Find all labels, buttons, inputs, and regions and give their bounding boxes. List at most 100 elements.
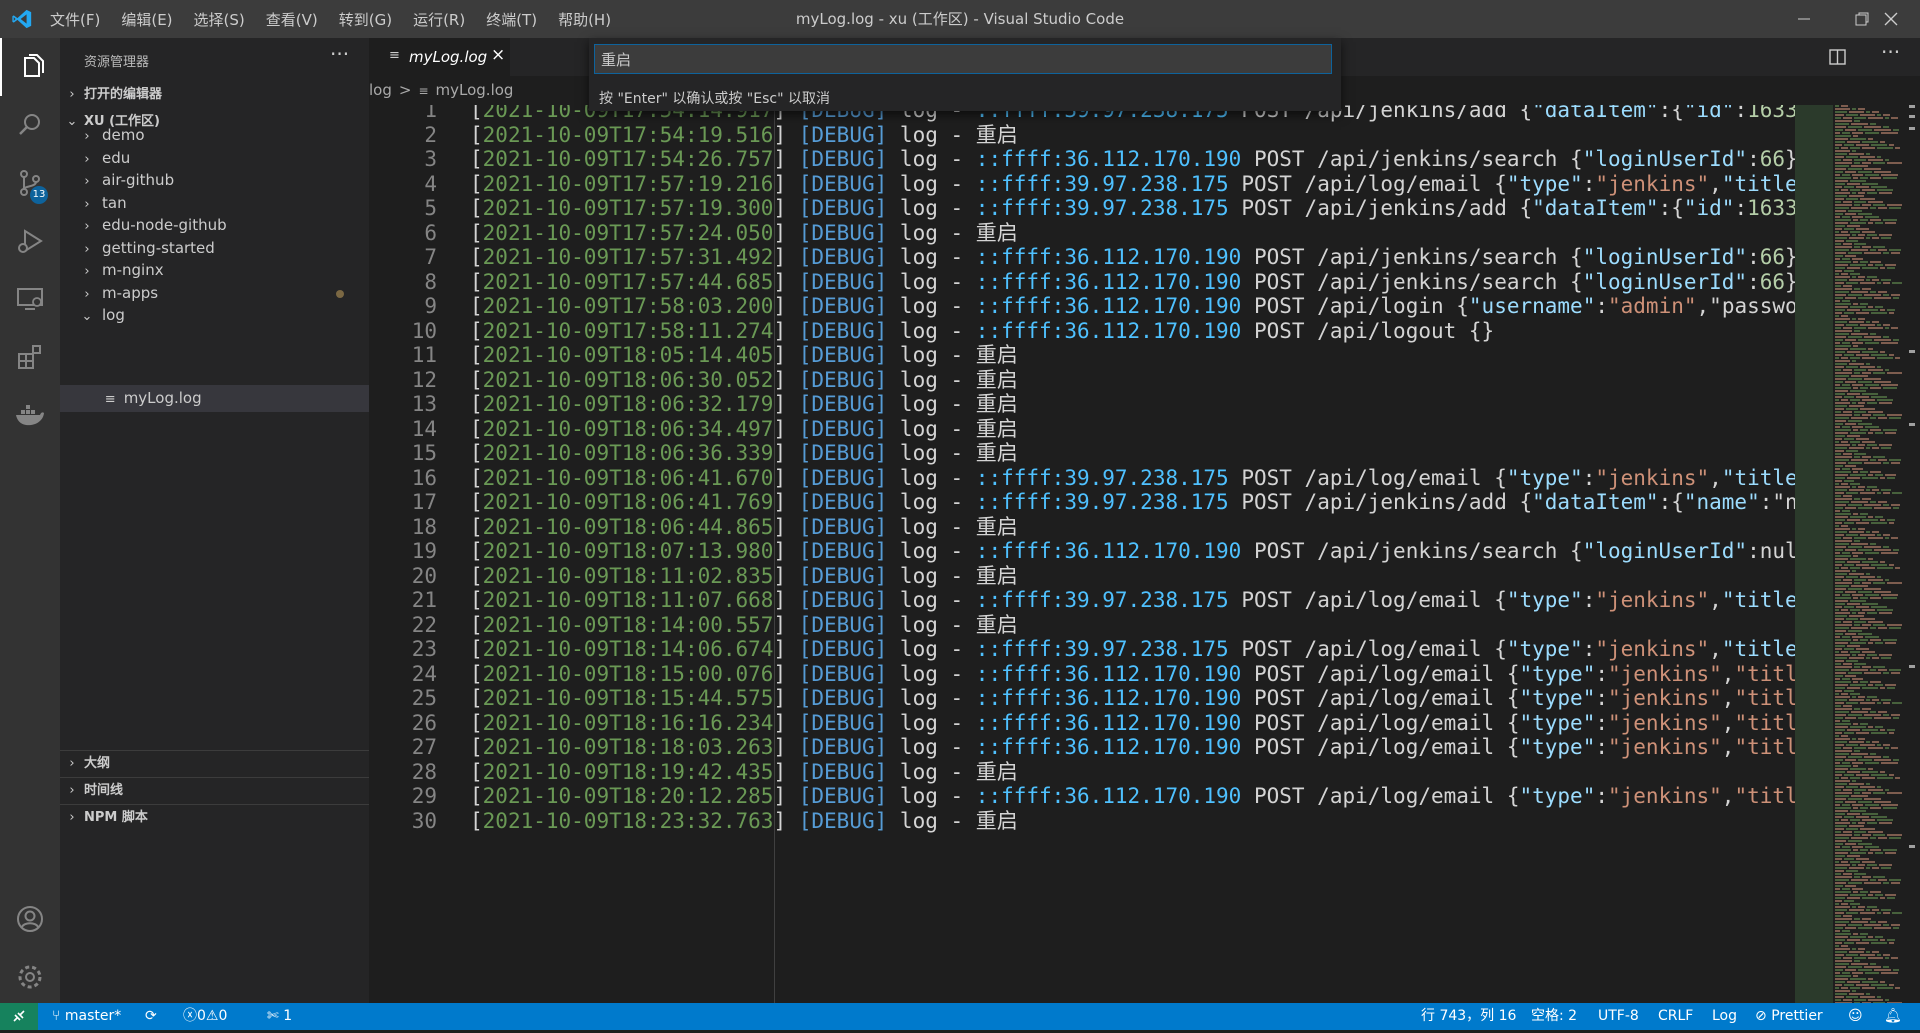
- minimap-line: [1850, 726, 1866, 728]
- minimap-line: [1891, 462, 1900, 464]
- minimap-line: [1883, 756, 1889, 758]
- minimap-line: [1835, 720, 1840, 722]
- encoding-status[interactable]: UTF-8: [1598, 1003, 1639, 1030]
- minimap-line: [1868, 306, 1873, 308]
- branch-status[interactable]: ⑂ master*: [52, 1003, 121, 1030]
- minimap[interactable]: [1795, 105, 1905, 1004]
- accounts-activity[interactable]: [0, 890, 60, 948]
- tree-file-mylog[interactable]: ≡ myLog.log: [60, 385, 369, 412]
- explorer-activity[interactable]: [0, 38, 62, 96]
- log-level: [DEBUG]: [798, 465, 888, 490]
- minimap-line: [1864, 924, 1881, 926]
- tree-folder[interactable]: ⌄ log: [60, 302, 369, 329]
- minimap-line: [1862, 876, 1871, 878]
- menu-item[interactable]: 转到(G): [339, 9, 392, 30]
- npm-scripts-section[interactable]: › NPM 脚本: [60, 805, 369, 831]
- minimap-line: [1852, 258, 1863, 260]
- minimap-line: [1874, 717, 1891, 719]
- minimap-line: [1849, 783, 1864, 785]
- log-timestamp: 2021-10-09T18:11:02.835: [482, 563, 774, 588]
- minimap-line: [1860, 114, 1875, 116]
- minimap-line: [1866, 783, 1870, 785]
- menu-item[interactable]: 运行(R): [413, 9, 465, 30]
- minimap-line: [1858, 402, 1865, 404]
- minimap-line: [1872, 909, 1879, 911]
- menu-item[interactable]: 选择(S): [194, 9, 245, 30]
- minimap-line: [1852, 486, 1856, 488]
- manage-activity[interactable]: [0, 948, 60, 1006]
- open-editors-section[interactable]: › 打开的编辑器: [60, 82, 369, 108]
- search-activity[interactable]: [0, 96, 60, 154]
- tab-mylog[interactable]: ≡ myLog.log ×: [369, 38, 510, 76]
- close-tab-icon[interactable]: ×: [491, 45, 505, 65]
- minimap-line: [1847, 435, 1860, 437]
- minimap-line: [1875, 264, 1883, 266]
- extensions-activity[interactable]: [0, 328, 60, 386]
- minimap-line: [1846, 660, 1858, 662]
- split-editor-icon[interactable]: [1829, 49, 1846, 65]
- minimize-button[interactable]: [1775, 0, 1833, 38]
- minimap-line: [1835, 609, 1839, 611]
- menu-item[interactable]: 查看(V): [266, 9, 318, 30]
- minimap-line: [1835, 474, 1848, 476]
- log-level: [DEBUG]: [798, 735, 888, 759]
- outline-section[interactable]: › 大纲: [60, 751, 369, 777]
- minimap-line: [1854, 369, 1866, 371]
- minimap-line: [1858, 906, 1865, 908]
- minimap-line: [1850, 810, 1866, 812]
- more-actions-icon[interactable]: ···: [1881, 40, 1900, 64]
- log-source: log: [899, 588, 938, 612]
- minimap-line: [1835, 504, 1846, 506]
- menu-item[interactable]: 帮助(H): [558, 9, 611, 30]
- minimap-line: [1870, 417, 1876, 419]
- minimap-line: [1850, 936, 1866, 938]
- sync-status[interactable]: ⟳: [145, 1003, 157, 1030]
- ports-status[interactable]: ✄ 1: [267, 1003, 292, 1030]
- problems-status[interactable]: ⓧ0⚠0: [183, 1003, 227, 1030]
- remote-indicator[interactable]: [0, 1003, 38, 1030]
- timeline-section[interactable]: › 时间线: [60, 778, 369, 804]
- minimap-line: [1848, 672, 1862, 674]
- line-number: 30: [411, 808, 437, 833]
- indentation-status[interactable]: 空格: 2: [1531, 1003, 1577, 1030]
- eol-status[interactable]: CRLF: [1658, 1003, 1693, 1030]
- minimap-line: [1872, 951, 1879, 953]
- minimap-line: [1849, 531, 1864, 533]
- log-source: log: [899, 563, 938, 588]
- minimap-line: [1883, 126, 1889, 128]
- language-status[interactable]: Log: [1712, 1003, 1737, 1030]
- minimap-line: [1835, 693, 1839, 695]
- run-debug-activity[interactable]: [0, 212, 60, 270]
- menu-item[interactable]: 编辑(E): [121, 9, 172, 30]
- menu-item[interactable]: 文件(F): [50, 9, 100, 30]
- prettier-status[interactable]: ⊘ Prettier: [1755, 1003, 1823, 1030]
- minimap-line: [1842, 552, 1850, 554]
- close-window-button[interactable]: [1862, 0, 1920, 38]
- source-control-activity[interactable]: 13: [0, 154, 60, 212]
- minimap-line: [1854, 789, 1866, 791]
- cursor-position[interactable]: 行 743，列 16: [1421, 1003, 1516, 1030]
- minimap-line: [1835, 219, 1851, 221]
- breadcrumb-file[interactable]: myLog.log: [436, 81, 514, 99]
- more-actions-icon[interactable]: ···: [330, 42, 349, 66]
- minimap-line: [1870, 471, 1881, 473]
- minimap-line: [1848, 462, 1862, 464]
- minimap-line: [1850, 861, 1860, 863]
- code-editor[interactable]: 1 [2021-10-09T17:54:14.917] [DEBUG] log -…: [369, 105, 1795, 1003]
- breadcrumb-folder[interactable]: log: [369, 81, 392, 99]
- quick-input-field[interactable]: [594, 44, 1332, 74]
- minimap-line: [1862, 666, 1871, 668]
- notifications-status[interactable]: 🔔︎: [1884, 1003, 1902, 1030]
- minimap-line: [1889, 984, 1894, 986]
- minimap-line: [1835, 162, 1852, 164]
- feedback-status[interactable]: ☺: [1848, 1003, 1863, 1030]
- menu-item[interactable]: 终端(T): [486, 9, 537, 30]
- vertical-scrollbar[interactable]: [1905, 105, 1920, 1003]
- minimap-line: [1835, 837, 1849, 839]
- docker-activity[interactable]: [0, 386, 60, 444]
- minimap-line: [1835, 633, 1843, 635]
- minimap-line: [1835, 513, 1851, 515]
- remote-explorer-activity[interactable]: [0, 270, 60, 328]
- minimap-line: [1841, 777, 1848, 779]
- ip-prefix: ::ffff:: [975, 318, 1065, 343]
